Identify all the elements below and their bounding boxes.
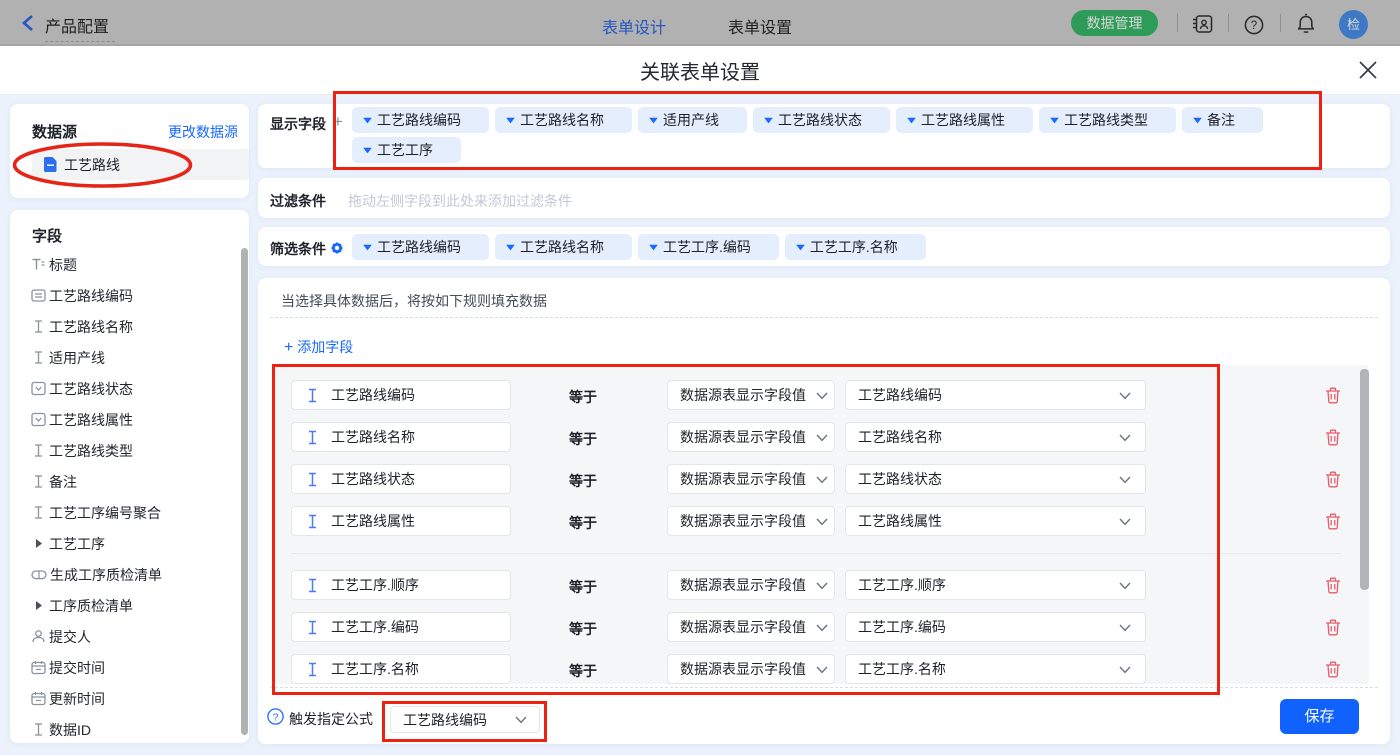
svg-text:?: ?: [273, 711, 279, 723]
svg-text:?: ?: [1251, 20, 1257, 32]
